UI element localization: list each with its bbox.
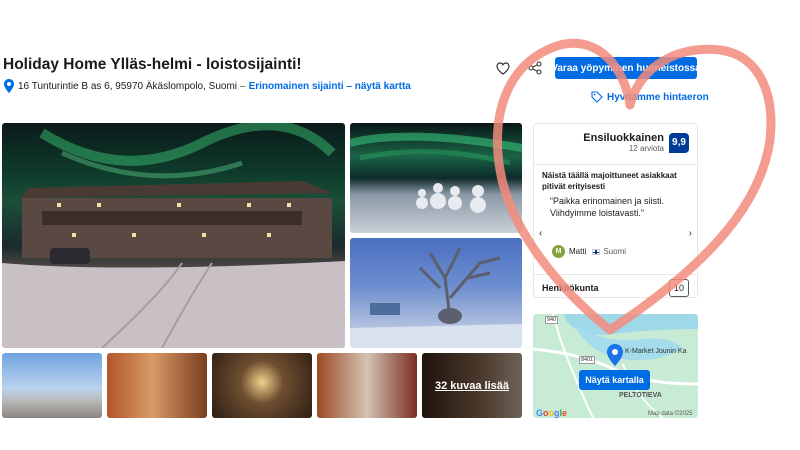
snowmen-aurora-image xyxy=(350,132,522,213)
reserve-button[interactable]: Varaa yöpyminen huoneistossa xyxy=(555,57,697,79)
price-match-label: Hyvitämme hintaeron xyxy=(607,91,709,103)
review-summary-panel: Ensiluokkainen 12 arviota 9,9 Näistä tää… xyxy=(533,123,698,298)
review-count: 12 arviota xyxy=(628,144,664,153)
finland-flag-icon xyxy=(592,248,601,255)
review-quote: “Paikka erinomainen ja siisti. Viihdyimm… xyxy=(550,196,665,218)
property-title: Holiday Home Ylläs-helmi - loistosijaint… xyxy=(3,56,302,73)
save-favorite-button[interactable] xyxy=(492,57,514,79)
score-badge: 9,9 xyxy=(669,132,689,153)
address-row: 16 Tunturintie B as 6, 95970 Äkäslompolo… xyxy=(3,79,411,93)
reviewer-name: Matti xyxy=(569,247,587,256)
address-separator: – xyxy=(240,80,246,92)
thumbnail-photo-5[interactable]: 32 kuvaa lisää xyxy=(422,353,522,418)
chevron-left-icon[interactable]: ‹ xyxy=(539,228,542,239)
show-map-link[interactable]: Erinomainen sijainti – näytä kartta xyxy=(249,81,411,92)
reviewer-country: Suomi xyxy=(603,247,627,256)
thumbnail-photo-1[interactable] xyxy=(2,353,102,418)
share-icon xyxy=(528,61,542,75)
thumbnail-photo-4[interactable] xyxy=(317,353,417,418)
location-pin-icon xyxy=(4,79,14,93)
reindeer-sculpture-photo[interactable] xyxy=(350,238,522,348)
divider xyxy=(534,274,697,275)
property-address: 16 Tunturintie B as 6, 95970 Äkäslompolo… xyxy=(18,80,238,92)
map-preview[interactable]: 940 8401 K-Market Jounin Ka PELTOTIEVA N… xyxy=(533,314,698,418)
road-number: 8401 xyxy=(579,356,596,364)
map-copyright: Map data ©2025 xyxy=(648,411,693,417)
tag-icon xyxy=(591,91,603,103)
main-photo[interactable] xyxy=(2,123,345,348)
chevron-right-icon[interactable]: › xyxy=(689,228,692,239)
road-number: 940 xyxy=(545,316,559,324)
google-logo: Google xyxy=(536,408,568,418)
map-area-label: PELTOTIEVA xyxy=(619,392,662,399)
divider xyxy=(534,164,697,165)
staff-score-badge: 10 xyxy=(669,279,689,297)
heart-icon xyxy=(496,61,510,75)
avatar: M xyxy=(552,245,565,258)
more-photos-button[interactable]: 32 kuvaa lisää xyxy=(422,353,522,418)
building-aurora-image xyxy=(2,123,345,348)
rating-header[interactable]: Ensiluokkainen 12 arviota 9,9 xyxy=(583,132,689,153)
thumbnail-photo-2[interactable] xyxy=(107,353,207,418)
show-on-map-button[interactable]: Näytä kartalla xyxy=(579,370,650,390)
thumbnail-photo-3[interactable] xyxy=(212,353,312,418)
staff-rating-label: Henkilökunta xyxy=(542,283,599,293)
rating-label: Ensiluokkainen xyxy=(583,132,664,144)
map-image xyxy=(533,314,698,418)
snowmen-photo[interactable] xyxy=(350,123,522,233)
review-intro: Näistä täällä majoittuneet asiakkaat pit… xyxy=(542,171,677,191)
reindeer-sculpture-image xyxy=(350,247,522,348)
reviewer-info: M Matti Suomi xyxy=(552,245,626,258)
price-match-link[interactable]: Hyvitämme hintaeron xyxy=(591,91,709,103)
share-button[interactable] xyxy=(524,57,546,79)
map-poi-label: K-Market Jounin Ka xyxy=(625,348,687,355)
